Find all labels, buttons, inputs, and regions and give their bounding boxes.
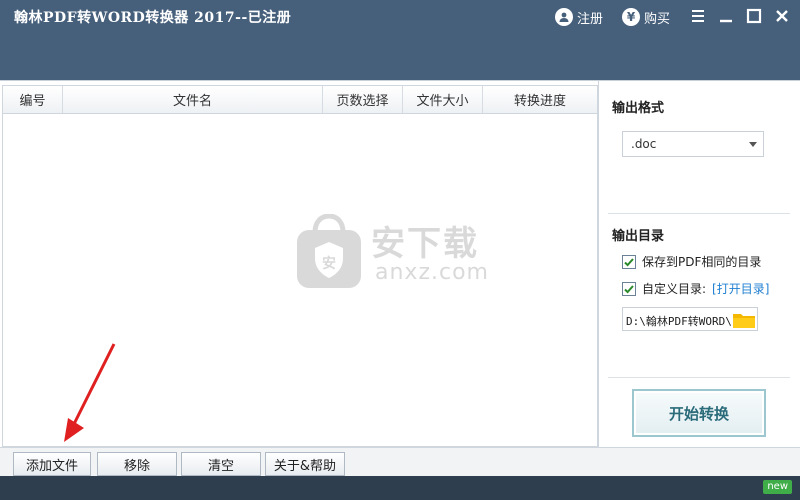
open-dir-link[interactable]: [打开目录] (712, 280, 769, 297)
column-header-progress[interactable]: 转换进度 (483, 86, 597, 113)
new-badge: new (763, 480, 792, 494)
menu-icon[interactable] (688, 6, 708, 26)
section-divider (608, 377, 790, 378)
save-same-dir-option[interactable]: 保存到PDF相同的目录 (622, 253, 761, 270)
column-header-filename[interactable]: 文件名 (63, 86, 323, 113)
checkmark-icon (624, 257, 634, 267)
buy-button[interactable]: ¥ 购买 (622, 6, 670, 28)
start-convert-button[interactable]: 开始转换 (632, 389, 766, 437)
save-same-dir-label: 保存到PDF相同的目录 (642, 255, 762, 269)
watermark-text: 安下载 (371, 224, 479, 264)
custom-dir-option[interactable]: 自定义目录: [打开目录] (622, 280, 769, 297)
status-bar: new (0, 476, 800, 500)
options-panel: 输出格式 .doc 输出目录 保存到PDF相同的目录 自定义目录: [打开目录]… (600, 81, 800, 447)
section-divider (608, 213, 790, 214)
output-dir-heading: 输出目录 (612, 229, 665, 244)
file-list-table[interactable]: 编号 文件名 页数选择 文件大小 转换进度 安 安下载 anxz.com (2, 85, 598, 447)
remove-button[interactable]: 移除 (97, 452, 177, 476)
title-bar: 翰林PDF转WORD转换器 2017--已注册 注册 ¥ 购买 (0, 0, 800, 80)
watermark-sub: anxz.com (375, 260, 489, 285)
yen-icon: ¥ (622, 8, 640, 26)
bottom-toolbar: 添加文件 移除 清空 关于&帮助 (0, 447, 800, 477)
svg-text:安: 安 (322, 255, 336, 272)
main-panel: 编号 文件名 页数选择 文件大小 转换进度 安 安下载 anxz.com 输出格… (0, 80, 800, 477)
register-button[interactable]: 注册 (555, 6, 603, 28)
user-icon (555, 8, 573, 26)
custom-dir-checkbox[interactable] (622, 281, 636, 296)
custom-dir-label: 自定义目录: (642, 282, 707, 296)
output-format-heading: 输出格式 (612, 101, 665, 116)
minimize-icon[interactable] (716, 6, 736, 26)
column-header-number[interactable]: 编号 (3, 86, 63, 113)
shield-bag-icon: 安 (297, 213, 361, 288)
clear-button[interactable]: 清空 (181, 452, 261, 476)
save-same-dir-checkbox[interactable] (622, 254, 636, 269)
close-icon[interactable] (772, 6, 792, 26)
watermark: 安 安下载 anxz.com (293, 213, 513, 294)
register-label: 注册 (577, 11, 604, 27)
column-header-filesize[interactable]: 文件大小 (403, 86, 483, 113)
checkmark-icon (624, 284, 634, 294)
chevron-down-icon (749, 142, 757, 147)
output-format-select[interactable]: .doc (622, 131, 764, 157)
about-help-button[interactable]: 关于&帮助 (265, 452, 345, 476)
maximize-icon[interactable] (744, 6, 764, 26)
buy-label: 购买 (644, 11, 671, 27)
add-file-button[interactable]: 添加文件 (13, 452, 91, 476)
column-header-pages[interactable]: 页数选择 (323, 86, 403, 113)
divider (598, 81, 599, 447)
output-format-value: .doc (631, 137, 657, 151)
folder-icon[interactable] (732, 311, 756, 329)
app-title: 翰林PDF转WORD转换器 2017--已注册 (14, 10, 292, 26)
table-header: 编号 文件名 页数选择 文件大小 转换进度 (3, 86, 597, 114)
